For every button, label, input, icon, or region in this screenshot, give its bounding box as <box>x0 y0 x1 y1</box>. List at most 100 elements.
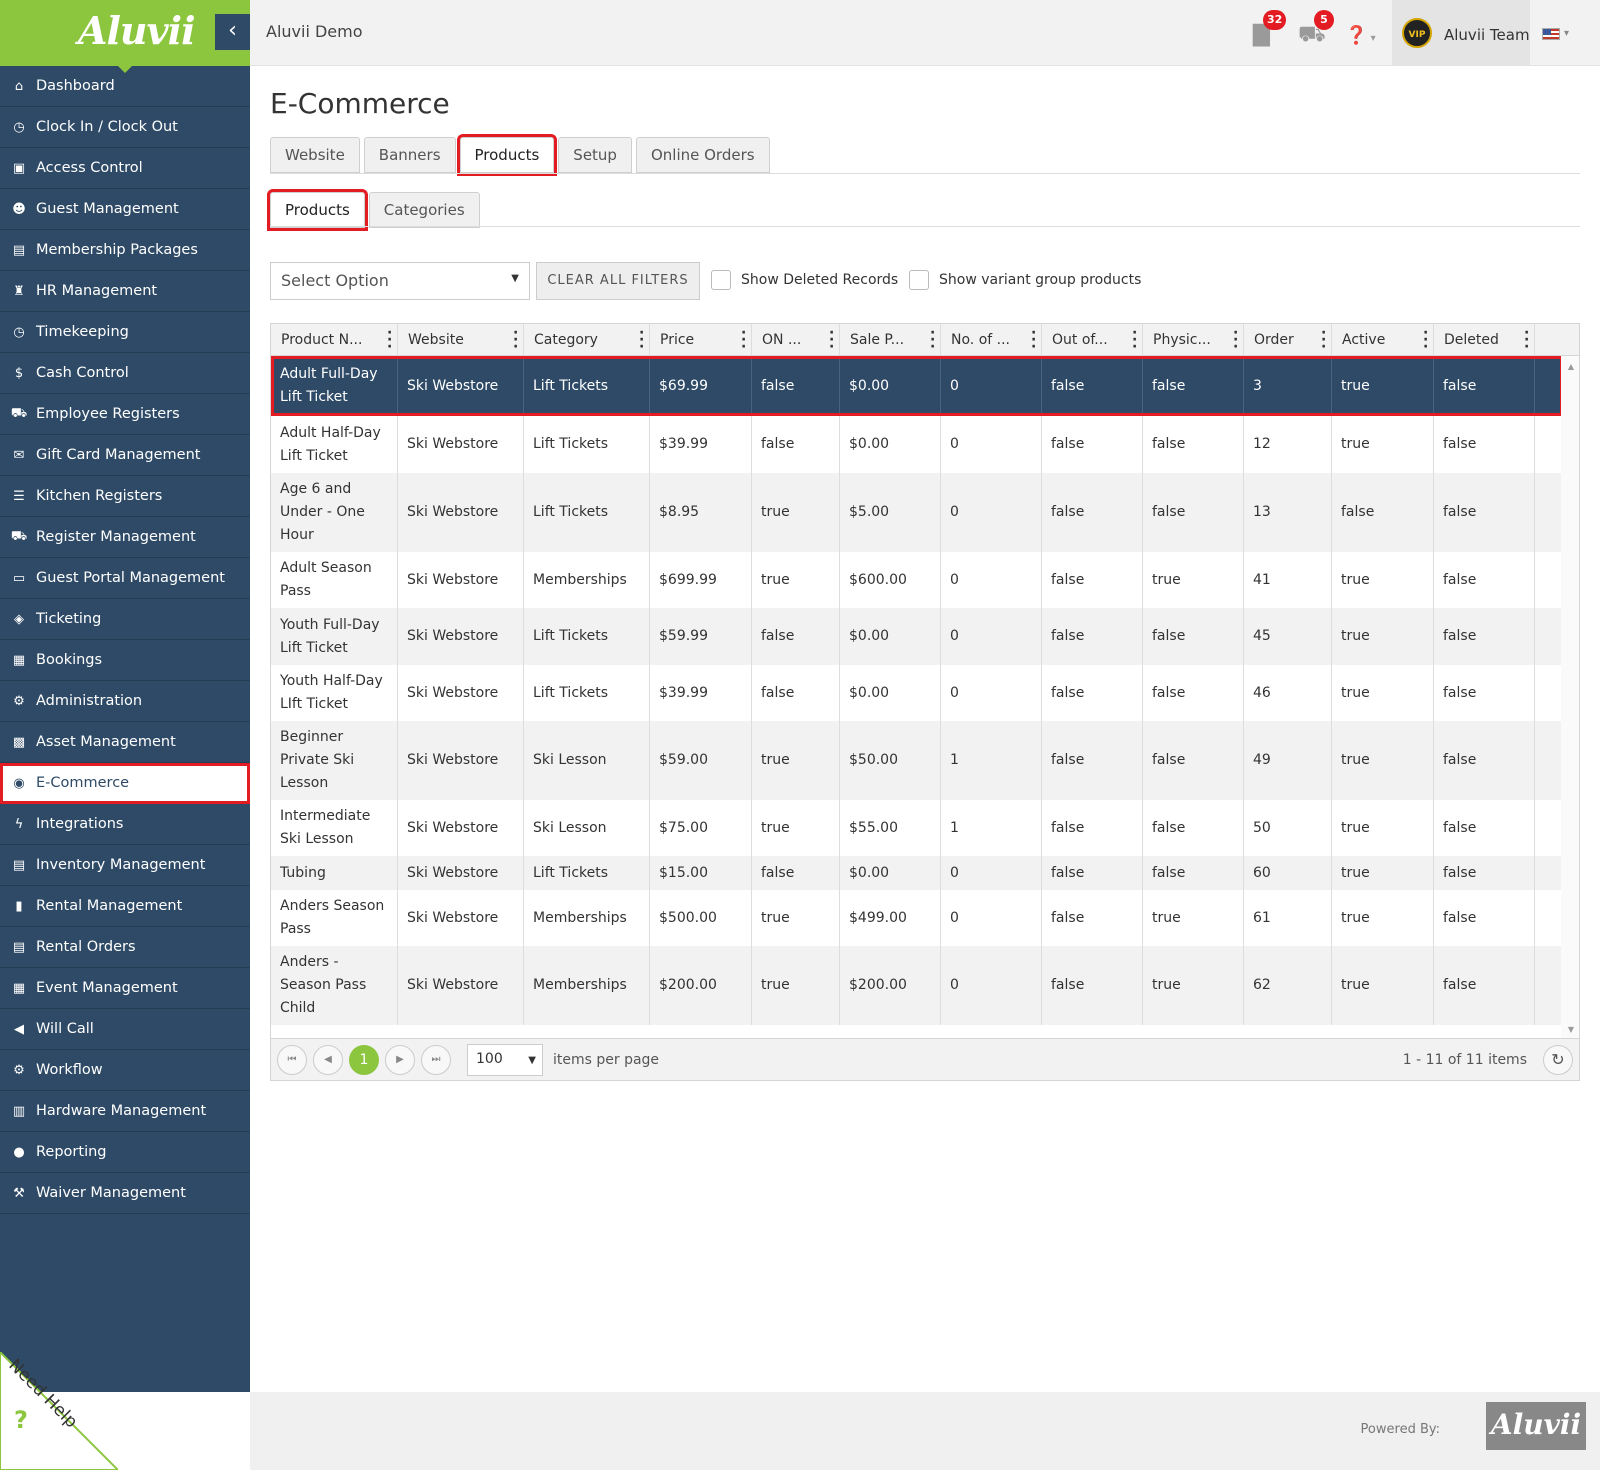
column-header[interactable]: Physic... · · · <box>1143 324 1244 355</box>
table-row[interactable]: Anders - Season Pass Child Ski Webstore Me… <box>271 946 1563 1025</box>
column-menu-icon[interactable]: · · · <box>1524 326 1529 354</box>
sidebar-item-bookings[interactable]: ▦ Bookings <box>0 640 250 681</box>
sidebar-item-hr-management[interactable]: ♜ HR Management <box>0 271 250 312</box>
sidebar-item-rental-management[interactable]: ▮ Rental Management <box>0 886 250 927</box>
user-menu[interactable]: VIP Aluvii Team <box>1392 0 1530 66</box>
sidebar-item-e-commerce[interactable]: ◉ E-Commerce <box>0 763 250 804</box>
notifications-button[interactable]: ▇ 32 <box>1253 10 1287 47</box>
sidebar-item-event-management[interactable]: ▦ Event Management <box>0 968 250 1009</box>
need-help-widget[interactable]: Need Help ? <box>0 1352 118 1470</box>
sidebar-item-membership-packages[interactable]: ▤ Membership Packages <box>0 230 250 271</box>
cart-button[interactable]: ⛟ 5 <box>1298 10 1334 50</box>
column-header[interactable]: Category · · · <box>524 324 650 355</box>
prev-page-button[interactable]: ◀ <box>313 1045 343 1075</box>
tab-website[interactable]: Website <box>270 137 360 173</box>
column-menu-icon[interactable]: · · · <box>1233 326 1238 354</box>
sidebar-item-workflow[interactable]: ⚙ Workflow <box>0 1050 250 1091</box>
column-menu-icon[interactable]: · · · <box>1132 326 1137 354</box>
column-menu-icon[interactable]: · · · <box>1423 326 1428 354</box>
table-cell: true <box>1332 946 1434 1025</box>
sidebar-item-asset-management[interactable]: ▩ Asset Management <box>0 722 250 763</box>
column-menu-icon[interactable]: · · · <box>639 326 644 354</box>
tab-online-orders[interactable]: Online Orders <box>635 137 770 173</box>
column-header[interactable]: Deleted · · · <box>1434 324 1535 355</box>
table-row[interactable]: Youth Full-Day Lift Ticket Ski Webstore Li… <box>271 608 1563 665</box>
table-row[interactable]: Intermediate Ski Lesson Ski Webstore Ski L… <box>271 800 1563 856</box>
sidebar-item-cash-control[interactable]: $ Cash Control <box>0 353 250 394</box>
sidebar-item-guest-portal-management[interactable]: ▭ Guest Portal Management <box>0 558 250 599</box>
collapse-sidebar-button[interactable]: ‹ <box>215 14 250 50</box>
table-row[interactable]: Adult Full-Day Lift Ticket Ski Webstore Li… <box>271 356 1563 416</box>
column-menu-icon[interactable]: · · · <box>513 326 518 354</box>
table-cell: 45 <box>1244 608 1332 665</box>
sidebar-item-administration[interactable]: ⚙ Administration <box>0 681 250 722</box>
aluvii-logo[interactable]: Aluvii <box>78 8 195 53</box>
column-header[interactable]: Product N... · · · <box>271 324 398 355</box>
sidebar-item-kitchen-registers[interactable]: ☰ Kitchen Registers <box>0 476 250 517</box>
first-page-button[interactable]: ⏮ <box>277 1045 307 1075</box>
scroll-down-icon[interactable]: ▼ <box>1568 1025 1574 1034</box>
sidebar-item-employee-registers[interactable]: ⛟ Employee Registers <box>0 394 250 435</box>
last-page-button[interactable]: ⏭ <box>421 1045 451 1075</box>
subtab-categories[interactable]: Categories <box>368 192 480 228</box>
sidebar-item-hardware-management[interactable]: ▥ Hardware Management <box>0 1091 250 1132</box>
table-row[interactable]: Anders Season Pass Ski Webstore Membership… <box>271 890 1563 946</box>
table-row[interactable]: Age 6 and Under - One Hour Ski Webstore Li… <box>271 473 1563 552</box>
sidebar-item-guest-management[interactable]: ☻ Guest Management <box>0 189 250 230</box>
sidebar-item-reporting[interactable]: ● Reporting <box>0 1132 250 1173</box>
help-dropdown[interactable]: ❓ ▾ <box>1345 25 1376 46</box>
column-header[interactable]: ON ... · · · <box>752 324 840 355</box>
sidebar-item-access-control[interactable]: ▣ Access Control <box>0 148 250 189</box>
sidebar-item-ticketing[interactable]: ◈ Ticketing <box>0 599 250 640</box>
column-header[interactable]: Sale P... · · · <box>840 324 941 355</box>
per-page-select[interactable]: 100 ▼ <box>467 1044 543 1076</box>
column-header[interactable]: Price · · · <box>650 324 752 355</box>
scroll-up-icon[interactable]: ▲ <box>1568 362 1574 371</box>
column-header[interactable]: Out of... · · · <box>1042 324 1143 355</box>
sidebar-item-will-call[interactable]: ◀ Will Call <box>0 1009 250 1050</box>
column-menu-icon[interactable]: · · · <box>387 326 392 354</box>
column-menu-icon[interactable]: · · · <box>1031 326 1036 354</box>
table-cell: $200.00 <box>650 946 752 1025</box>
column-header[interactable]: Order · · · <box>1244 324 1332 355</box>
next-page-button[interactable]: ▶ <box>385 1045 415 1075</box>
table-row[interactable]: Youth Half-Day LIft Ticket Ski Webstore Li… <box>271 665 1563 721</box>
sidebar-item-register-management[interactable]: ⛟ Register Management <box>0 517 250 558</box>
sidebar-item-gift-card-management[interactable]: ✉ Gift Card Management <box>0 435 250 476</box>
sidebar-item-rental-orders[interactable]: ▤ Rental Orders <box>0 927 250 968</box>
column-menu-icon[interactable]: · · · <box>1321 326 1326 354</box>
show-deleted-toggle[interactable]: Show Deleted Records <box>711 270 898 290</box>
refresh-button[interactable]: ↻ <box>1543 1045 1573 1075</box>
sidebar-item-waiver-management[interactable]: ⚒ Waiver Management <box>0 1173 250 1214</box>
subtab-products[interactable]: Products <box>267 189 368 231</box>
sidebar-item-inventory-management[interactable]: ▤ Inventory Management <box>0 845 250 886</box>
column-header[interactable]: No. of ... · · · <box>941 324 1042 355</box>
table-cell: Ski Webstore <box>398 946 524 1025</box>
column-menu-icon[interactable]: · · · <box>741 326 746 354</box>
sidebar-item-integrations[interactable]: ϟ Integrations <box>0 804 250 845</box>
sidebar-item-clock-in-clock-out[interactable]: ◷ Clock In / Clock Out <box>0 107 250 148</box>
show-deleted-checkbox[interactable] <box>711 270 731 290</box>
table-row[interactable]: Beginner Private Ski Lesson Ski Webstore S… <box>271 721 1563 800</box>
table-row[interactable]: Tubing Ski Webstore Lift Tickets $15.00 fals… <box>271 856 1563 890</box>
us-flag-icon[interactable] <box>1542 28 1560 40</box>
clear-all-filters-button[interactable]: CLEAR ALL FILTERS <box>536 262 700 300</box>
table-cell: false <box>1042 552 1143 608</box>
show-variant-checkbox[interactable] <box>909 270 929 290</box>
tab-products[interactable]: Products <box>456 134 558 176</box>
filter-select[interactable]: Select Option ▼ <box>270 262 530 300</box>
bullhorn-icon: ◀ <box>14 1021 24 1037</box>
current-page-button[interactable]: 1 <box>349 1045 379 1075</box>
column-header[interactable]: Active · · · <box>1332 324 1434 355</box>
tab-setup[interactable]: Setup <box>558 137 632 173</box>
column-menu-icon[interactable]: · · · <box>930 326 935 354</box>
vertical-scrollbar[interactable]: ▲ ▼ <box>1561 356 1579 1038</box>
show-variant-toggle[interactable]: Show variant group products <box>909 270 1141 290</box>
column-header[interactable]: Website · · · <box>398 324 524 355</box>
table-row[interactable]: Adult Half-Day Lift Ticket Ski Webstore Li… <box>271 416 1563 473</box>
language-caret-icon[interactable]: ▾ <box>1564 28 1569 39</box>
tab-banners[interactable]: Banners <box>363 137 456 173</box>
table-row[interactable]: Adult Season Pass Ski Webstore Memberships… <box>271 552 1563 608</box>
column-menu-icon[interactable]: · · · <box>829 326 834 354</box>
sidebar-item-timekeeping[interactable]: ◷ Timekeeping <box>0 312 250 353</box>
